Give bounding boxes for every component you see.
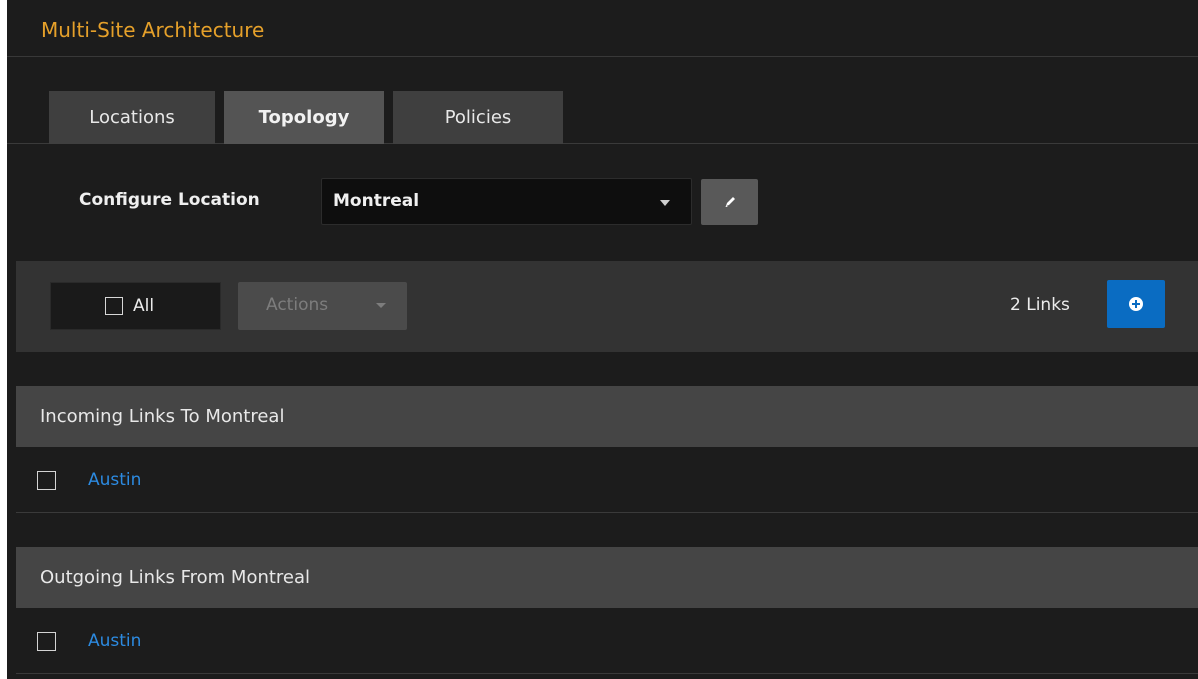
- link-name[interactable]: Austin: [88, 470, 141, 490]
- pencil-icon: [725, 197, 735, 207]
- location-select[interactable]: Montreal: [321, 178, 692, 225]
- actions-label: Actions: [266, 295, 329, 315]
- outgoing-links-header: Outgoing Links From Montreal: [16, 547, 1198, 608]
- selected-location: Montreal: [333, 191, 420, 211]
- add-link-button[interactable]: [1107, 280, 1165, 328]
- link-name[interactable]: Austin: [88, 631, 141, 651]
- select-all-control[interactable]: All: [50, 282, 221, 330]
- title-bar: Multi-Site Architecture: [7, 0, 1198, 57]
- chevron-down-icon: [376, 303, 386, 308]
- tab-topology[interactable]: Topology: [224, 91, 384, 144]
- row-checkbox[interactable]: [37, 471, 56, 490]
- incoming-links-header: Incoming Links To Montreal: [16, 386, 1198, 447]
- edit-location-button[interactable]: [701, 179, 758, 225]
- links-toolbar: All Actions 2 Links: [16, 261, 1198, 352]
- outgoing-links-title: Outgoing Links From Montreal: [40, 567, 311, 588]
- incoming-links-title: Incoming Links To Montreal: [40, 406, 285, 427]
- list-item: Austin: [16, 447, 1198, 513]
- plus-circle-icon: [1129, 297, 1143, 311]
- page-title: Multi-Site Architecture: [41, 18, 265, 42]
- tab-locations[interactable]: Locations: [49, 91, 215, 144]
- select-all-checkbox[interactable]: [105, 297, 123, 315]
- links-count: 2 Links: [1010, 295, 1070, 315]
- multi-site-panel: Multi-Site Architecture Locations Topolo…: [7, 0, 1198, 679]
- actions-dropdown[interactable]: Actions: [238, 282, 407, 330]
- tab-bar: Locations Topology Policies: [7, 91, 1198, 144]
- chevron-down-icon: [660, 200, 670, 206]
- select-all-label: All: [133, 296, 155, 316]
- configure-location-label: Configure Location: [79, 190, 260, 210]
- row-checkbox[interactable]: [37, 632, 56, 651]
- list-item: Austin: [16, 608, 1198, 674]
- tab-policies[interactable]: Policies: [393, 91, 563, 144]
